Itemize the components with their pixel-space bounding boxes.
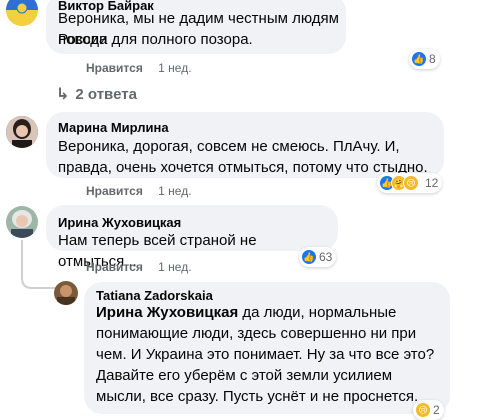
reaction-summary[interactable]: 👍 63	[299, 247, 337, 267]
timestamp[interactable]: 1 нед.	[158, 260, 191, 274]
like-button[interactable]: Нравится	[86, 184, 143, 198]
avatar-image	[6, 206, 38, 238]
timestamp[interactable]: 1 нед.	[158, 184, 191, 198]
reaction-summary[interactable]: 😢 2	[413, 400, 444, 420]
like-icon: 👍	[411, 51, 427, 67]
avatar-image	[6, 116, 38, 148]
comment-bubble: Ирина Жуховицкая Нам теперь всей страной…	[46, 205, 338, 270]
comment-text-line: Давайте его уберём с этой земли усилием	[96, 367, 393, 384]
comment-author[interactable]: Марина Мирлина	[58, 120, 169, 136]
comment-text-line: Вероника, дорогая, совсем не смеюсь. ПлА…	[58, 138, 400, 155]
like-button[interactable]: Нравится	[86, 260, 143, 274]
comment-author[interactable]: Ирина Жуховицкая	[58, 215, 181, 231]
comment-text-line: Ирина Жуховицкая да люди, нормальные	[96, 302, 396, 323]
timestamp[interactable]: 1 нед.	[158, 61, 191, 75]
like-icon: 👍	[301, 249, 317, 265]
reaction-summary[interactable]: 👍 🤗 😢 12	[377, 173, 443, 193]
comment-text-line: правда, очень хочется отмыться, потому ч…	[58, 159, 428, 176]
avatar-image	[54, 281, 78, 305]
reaction-count: 2	[433, 403, 440, 417]
reaction-count: 12	[425, 176, 439, 190]
comment-text-line: понимающие люди, здесь совершенно ни при	[96, 325, 417, 342]
mention-link[interactable]: Ирина Жуховицкая	[96, 304, 238, 321]
like-button[interactable]: Нравится	[86, 61, 143, 75]
comment-text-line: мысли, все сразу. Пусть уснёт и не просн…	[96, 388, 419, 405]
comment-bubble: Tatiana Zadorskaia Ирина Жуховицкая да л…	[84, 282, 450, 414]
comment-text-line: повода для полного позора.	[58, 31, 253, 48]
reaction-count: 63	[319, 250, 333, 264]
avatar-image	[6, 0, 38, 26]
comment-bubble: Марина Мирлина Вероника, дорогая, совсем…	[46, 112, 444, 178]
avatar[interactable]	[6, 0, 38, 26]
comment-meta: Нравится 1 нед.	[86, 61, 192, 75]
avatar[interactable]	[6, 116, 38, 148]
comment-text-fragment: да люди, нормальные	[238, 304, 397, 321]
comment-meta: Нравится 1 нед.	[86, 260, 192, 274]
comment-text-line: чем. И Украина это понимает. Ну за что в…	[96, 346, 435, 363]
sad-icon: 😢	[403, 175, 419, 191]
view-replies-button[interactable]: ↳ 2 ответа	[56, 84, 137, 104]
reaction-summary[interactable]: 👍 8	[409, 49, 440, 69]
comment-meta: Нравится 1 нед.	[86, 184, 192, 198]
avatar[interactable]	[54, 281, 78, 305]
reaction-count: 8	[429, 52, 436, 66]
replies-count-label: 2 ответа	[75, 85, 137, 103]
avatar[interactable]	[6, 206, 38, 238]
comment-bubble: Виктор Байрак Вероника, мы не дадим чест…	[46, 0, 346, 54]
reply-arrow-icon: ↳	[56, 86, 70, 103]
